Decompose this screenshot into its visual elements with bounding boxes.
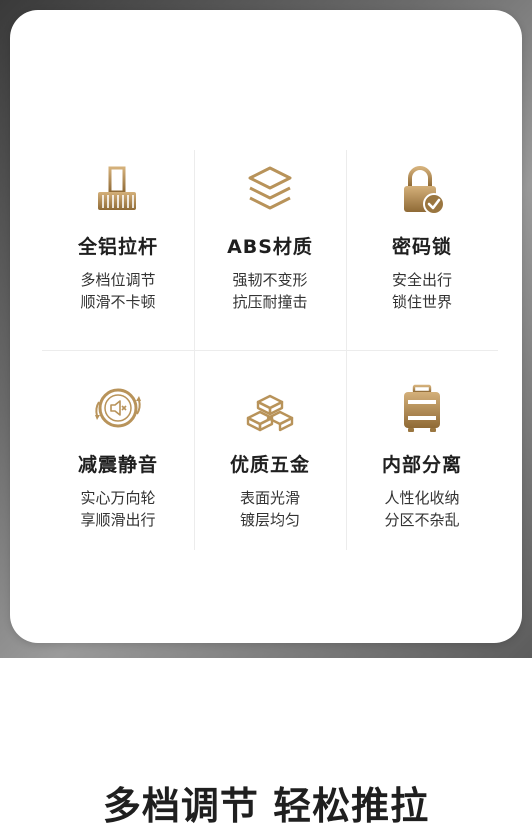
feature-description: 实心万向轮 享顺滑出行 xyxy=(42,487,194,531)
feature-description: 表面光滑 镀层均匀 xyxy=(194,487,346,531)
grid-divider xyxy=(42,350,498,351)
feature-description: 人性化收纳 分区不杂乱 xyxy=(346,487,498,531)
feature-line: 顺滑不卡顿 xyxy=(80,293,156,311)
feature-line: 人性化收纳 xyxy=(384,489,460,507)
feature-title: 减震静音 xyxy=(77,454,158,476)
feature-line: 实心万向轮 xyxy=(80,489,156,507)
suitcase-icon xyxy=(404,384,440,432)
feature-line: 分区不杂乱 xyxy=(384,511,460,529)
feature-line: 表面光滑 xyxy=(239,489,300,507)
feature-description: 安全出行 锁住世界 xyxy=(346,269,498,313)
feature-line: 镀层均匀 xyxy=(239,511,300,529)
feature-line: 安全出行 xyxy=(391,271,452,289)
padlock-icon xyxy=(404,166,445,215)
feature-combination-lock: 密码锁 安全出行 锁住世界 xyxy=(346,160,498,313)
feature-premium-hardware: 优质五金 表面光滑 镀层均匀 xyxy=(194,378,346,531)
features-grid: 全铝拉杆 多档位调节 顺滑不卡顿 ABS材质 强韧不变形 抗压耐撞击 密码锁 安… xyxy=(42,140,498,550)
feature-line: 享顺滑出行 xyxy=(80,511,156,529)
feature-description: 强韧不变形 抗压耐撞击 xyxy=(194,269,346,313)
feature-line: 锁住世界 xyxy=(391,293,452,311)
feature-line: 强韧不变形 xyxy=(232,271,308,289)
feature-silent-wheels: 减震静音 实心万向轮 享顺滑出行 xyxy=(42,378,194,531)
feature-title: 全铝拉杆 xyxy=(77,236,158,258)
feature-line: 抗压耐撞击 xyxy=(232,293,308,311)
feature-title: 优质五金 xyxy=(229,454,310,476)
features-card: 全铝拉杆 多档位调节 顺滑不卡顿 ABS材质 强韧不变形 抗压耐撞击 密码锁 安… xyxy=(10,10,522,643)
feature-internal-compartments: 内部分离 人性化收纳 分区不杂乱 xyxy=(346,378,498,531)
feature-line: 多档位调节 xyxy=(80,271,156,289)
telescopic-handle-icon xyxy=(98,166,136,210)
feature-title: 密码锁 xyxy=(391,236,452,258)
layers-icon xyxy=(248,166,292,210)
feature-abs-material: ABS材质 强韧不变形 抗压耐撞击 xyxy=(194,160,346,313)
feature-title: 内部分离 xyxy=(381,454,462,476)
metal-bars-icon xyxy=(246,394,294,432)
feature-description: 多档位调节 顺滑不卡顿 xyxy=(42,269,194,313)
section-headline: 多档调节 轻松推拉 xyxy=(102,784,430,828)
feature-title: ABS材质 xyxy=(227,236,313,258)
feature-aluminum-handle: 全铝拉杆 多档位调节 顺滑不卡顿 xyxy=(42,160,194,313)
silent-wheel-icon xyxy=(95,388,141,428)
